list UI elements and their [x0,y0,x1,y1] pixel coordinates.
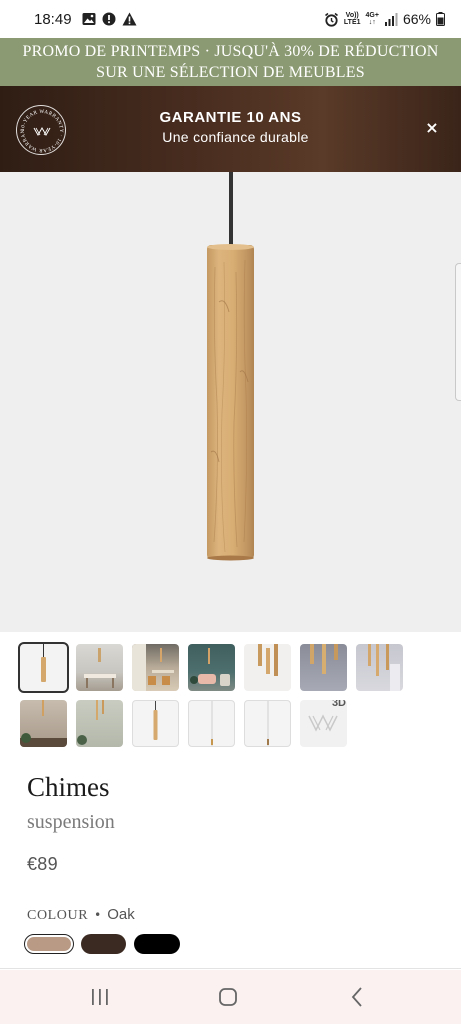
thumbnail-8[interactable] [20,700,67,747]
product-price: €89 [27,854,58,874]
promo-line-1: PROMO DE PRINTEMPS · JUSQU'À 30% DE RÉDU… [22,43,439,60]
thumbnail-10[interactable] [132,700,179,747]
status-time: 18:49 [34,10,72,28]
warranty-title: GARANTIE 10 ANS [159,109,302,126]
battery-percent: 66% [402,11,431,27]
thumbnail-2[interactable] [76,644,123,691]
warranty-banner: 10-YEAR WARRANTY · 10-YEAR WARRANTY · GA… [0,86,461,172]
colour-separator: • [94,908,102,922]
thumbnail-3d-view[interactable]: 3D [300,700,347,747]
thumbnail-3[interactable] [132,644,179,691]
thumbnail-1[interactable] [18,642,69,693]
back-icon[interactable] [346,985,370,1009]
warranty-subtitle: Une confiance durable [162,129,309,145]
colour-value: Oak [107,906,135,923]
recent-apps-icon[interactable] [88,985,112,1009]
battery-icon [436,12,445,26]
system-navigation-bar [0,970,461,1024]
swatch-black[interactable] [134,934,180,954]
colour-row: COLOUR • Oak [27,906,135,924]
promo-banner[interactable]: PROMO DE PRINTEMPS · JUSQU'À 30% DE RÉDU… [0,38,461,86]
gallery-scroll-handle[interactable] [455,263,461,401]
thumbnail-9[interactable] [76,700,123,747]
warning-triangle-icon [122,12,137,26]
alarm-icon [324,12,338,27]
thumbnail-11[interactable] [188,700,235,747]
network-indicator: Vo)) LTE1 [343,12,361,26]
thumbnail-7[interactable] [356,644,403,691]
data-indicator: 4G+ ↓↑ [365,12,379,26]
thumbnail-4[interactable] [188,644,235,691]
promo-line-2: SUR UNE SÉLECTION DE MEUBLES [96,64,365,81]
signal-strength-icon [384,12,398,26]
product-name: Chimes [27,772,110,802]
thumbnail-12[interactable] [244,700,291,747]
swatch-oak[interactable] [24,934,74,954]
close-icon[interactable]: × [423,119,441,137]
thumbnail-6[interactable] [300,644,347,691]
status-bar: 18:49 Vo)) LTE1 4G+ ↓↑ 66% [0,0,461,38]
pendant-lamp-illustration [207,172,254,561]
thumbnail-5[interactable] [244,644,291,691]
home-icon[interactable] [216,985,240,1009]
3d-badge: 3D [331,700,346,709]
product-main-image[interactable] [0,172,461,632]
colour-label: COLOUR [27,908,89,923]
gallery-notification-icon [82,13,96,25]
divider [0,968,461,969]
swatch-dark-oak[interactable] [81,934,126,954]
alert-circle-icon [102,12,116,26]
product-type: suspension [27,811,115,833]
